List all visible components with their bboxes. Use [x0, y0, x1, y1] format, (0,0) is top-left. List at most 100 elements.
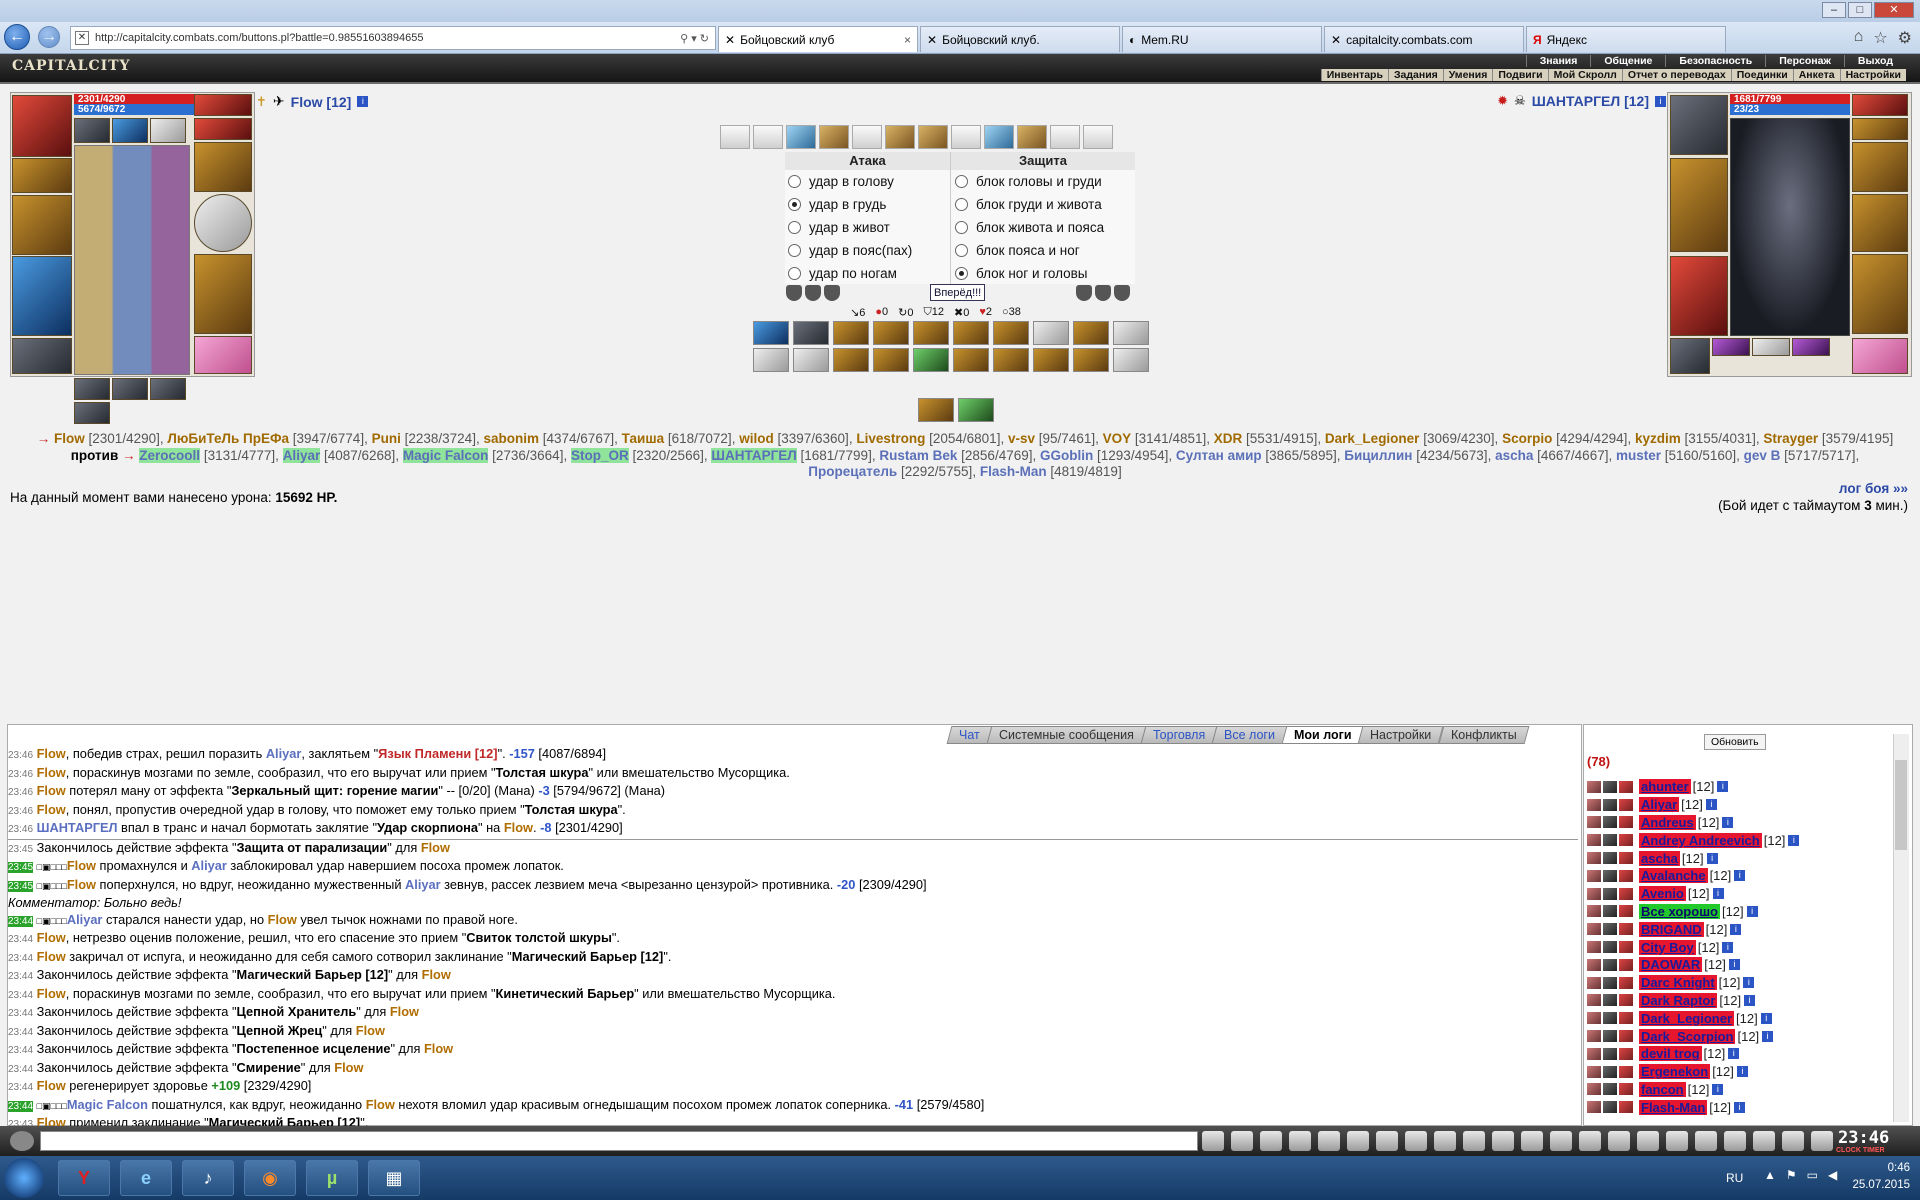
- menu-my-scroll[interactable]: Мой Скролл: [1547, 69, 1622, 81]
- menu-settings[interactable]: Настройки: [1839, 69, 1906, 81]
- player-name-link[interactable]: Flash-Man: [1639, 1099, 1708, 1115]
- spell-slot[interactable]: [1752, 338, 1790, 356]
- player-name-link[interactable]: Dark_Scorpion: [1639, 1028, 1736, 1044]
- info-icon[interactable]: i: [1706, 852, 1718, 864]
- player-link[interactable]: Flow: [268, 912, 297, 927]
- team-member[interactable]: Dark_Legioner [3069/4230],: [1325, 431, 1498, 446]
- menu-profile[interactable]: Анкета: [1792, 69, 1840, 81]
- effect-icon[interactable]: [873, 321, 909, 345]
- private-message-icon[interactable]: [1587, 834, 1601, 847]
- tab-close-icon[interactable]: ×: [904, 33, 911, 47]
- scroll-slot[interactable]: [786, 125, 816, 149]
- player-name-link[interactable]: Dark Raptor: [1639, 992, 1718, 1008]
- info-icon[interactable]: i: [1705, 799, 1717, 811]
- team-member[interactable]: Flash-Man [4819/4819]: [980, 464, 1122, 479]
- left-player-name[interactable]: Flow [12]: [291, 94, 352, 110]
- effect-icon[interactable]: [1033, 321, 1069, 345]
- info-icon[interactable]: i: [1717, 781, 1729, 793]
- info-icon[interactable]: i: [1728, 959, 1740, 971]
- empty-scroll-slot[interactable]: [753, 125, 783, 149]
- effect-icon[interactable]: [793, 321, 829, 345]
- utorrent-icon[interactable]: µ: [306, 1160, 358, 1196]
- info-icon[interactable]: i: [357, 96, 369, 107]
- team-member[interactable]: v-sv [95/7461],: [1008, 431, 1099, 446]
- tab-conflicts[interactable]: Конфликты: [1438, 726, 1529, 744]
- player-name-link[interactable]: Все хорошо: [1639, 903, 1720, 919]
- maximize-button[interactable]: □: [1848, 2, 1872, 18]
- shop-icon[interactable]: [1666, 1131, 1688, 1151]
- boots-slot[interactable]: [1852, 338, 1908, 374]
- timestamp[interactable]: 23:44: [8, 915, 34, 927]
- team-member[interactable]: ascha [4667/4667],: [1495, 448, 1612, 463]
- private-message-icon[interactable]: [1587, 887, 1601, 900]
- effect-icon[interactable]: [753, 321, 789, 345]
- timestamp[interactable]: 23:45: [8, 880, 34, 892]
- right-player-name[interactable]: ШАНТАРГЕЛ [12]: [1532, 93, 1649, 109]
- player-name-link[interactable]: BRIGAND: [1639, 921, 1704, 937]
- team-member[interactable]: Strayger [3579/4195]: [1763, 431, 1893, 446]
- music-icon[interactable]: [1376, 1131, 1398, 1151]
- empty-scroll-slot[interactable]: [951, 125, 981, 149]
- team-member[interactable]: Scorpio [4294/4294],: [1502, 431, 1631, 446]
- team-member[interactable]: Stop_OR [2320/2566],: [570, 447, 708, 463]
- map-icon[interactable]: [1637, 1131, 1659, 1151]
- internet-explorer-icon[interactable]: e: [120, 1160, 172, 1196]
- gloves-slot[interactable]: [1852, 142, 1908, 192]
- team-member[interactable]: Livestrong [2054/6801],: [856, 431, 1004, 446]
- team-member[interactable]: Puni [2238/3724],: [372, 431, 480, 446]
- clan-icon[interactable]: [1753, 1131, 1775, 1151]
- spell-slot[interactable]: [1712, 338, 1750, 356]
- attack-option-legs[interactable]: удар по ногам: [788, 262, 950, 285]
- player-link[interactable]: Flow: [422, 967, 451, 982]
- tab-system[interactable]: Системные сообщения: [986, 726, 1147, 744]
- ring-slot[interactable]: [1852, 94, 1908, 116]
- info-icon[interactable]: i: [1746, 905, 1758, 917]
- menu-quests[interactable]: Задания: [1387, 69, 1443, 81]
- private-message-icon[interactable]: [1587, 869, 1601, 882]
- rune-slot[interactable]: [112, 118, 148, 143]
- mail-icon[interactable]: [1695, 1131, 1717, 1151]
- browser-tab-3[interactable]: ✕ capitalcity.combats.com: [1324, 26, 1524, 52]
- timestamp[interactable]: 23:44: [8, 953, 33, 964]
- info-icon[interactable]: i: [1655, 95, 1666, 107]
- chat-menu-icon[interactable]: [10, 1131, 34, 1151]
- extra-slot[interactable]: [74, 378, 110, 400]
- go-button[interactable]: Вперёд!!!: [930, 284, 986, 301]
- effect-icon[interactable]: [1113, 321, 1149, 345]
- player-link[interactable]: Flow: [334, 1060, 363, 1075]
- tab-settings[interactable]: Настройки: [1357, 726, 1445, 744]
- ring-slot[interactable]: [194, 94, 252, 116]
- player-name-link[interactable]: Ergenekon: [1639, 1064, 1711, 1080]
- close-window-button[interactable]: ✕: [1874, 2, 1914, 18]
- menu-duels[interactable]: Поединки: [1730, 69, 1793, 81]
- magic-icon[interactable]: [1521, 1131, 1543, 1151]
- explorer-icon[interactable]: ▦: [368, 1160, 420, 1196]
- timestamp[interactable]: 23:44: [8, 1064, 33, 1075]
- defence-option-legs-head[interactable]: блок ног и головы: [955, 262, 1135, 285]
- extra-slot[interactable]: [112, 378, 148, 400]
- start-button[interactable]: [4, 1158, 44, 1198]
- tab-my-logs[interactable]: Мои логи: [1281, 726, 1364, 744]
- private-message-icon[interactable]: [1587, 852, 1601, 865]
- timestamp[interactable]: 23:44: [8, 1027, 33, 1038]
- defence-option-head-chest[interactable]: блок головы и груди: [955, 170, 1135, 193]
- minimize-button[interactable]: –: [1822, 2, 1846, 18]
- player-link[interactable]: Aliyar: [67, 912, 103, 927]
- shield-slot[interactable]: [1852, 194, 1908, 252]
- player-name-link[interactable]: Andreus: [1639, 814, 1696, 830]
- private-message-icon[interactable]: [1587, 958, 1601, 971]
- potion-icon[interactable]: [1550, 1131, 1572, 1151]
- player-link[interactable]: Flow: [67, 858, 96, 873]
- team-member[interactable]: Rustam Bek [2856/4769],: [879, 448, 1036, 463]
- flag-tray-icon[interactable]: ⚑: [1786, 1168, 1797, 1182]
- gloves-slot[interactable]: [194, 142, 252, 192]
- tab-chat[interactable]: Чат: [946, 726, 993, 744]
- home-icon[interactable]: ⌂: [1854, 28, 1864, 48]
- timestamp[interactable]: 23:44: [8, 990, 33, 1001]
- info-icon[interactable]: i: [1728, 1048, 1740, 1060]
- clear-icon[interactable]: [1231, 1131, 1253, 1151]
- player-link[interactable]: Magic Falcon: [67, 1097, 148, 1112]
- private-message-icon[interactable]: [1587, 905, 1601, 918]
- defence-option-belt-legs[interactable]: блок пояса и ног: [955, 239, 1135, 262]
- walk-icon[interactable]: [1318, 1131, 1340, 1151]
